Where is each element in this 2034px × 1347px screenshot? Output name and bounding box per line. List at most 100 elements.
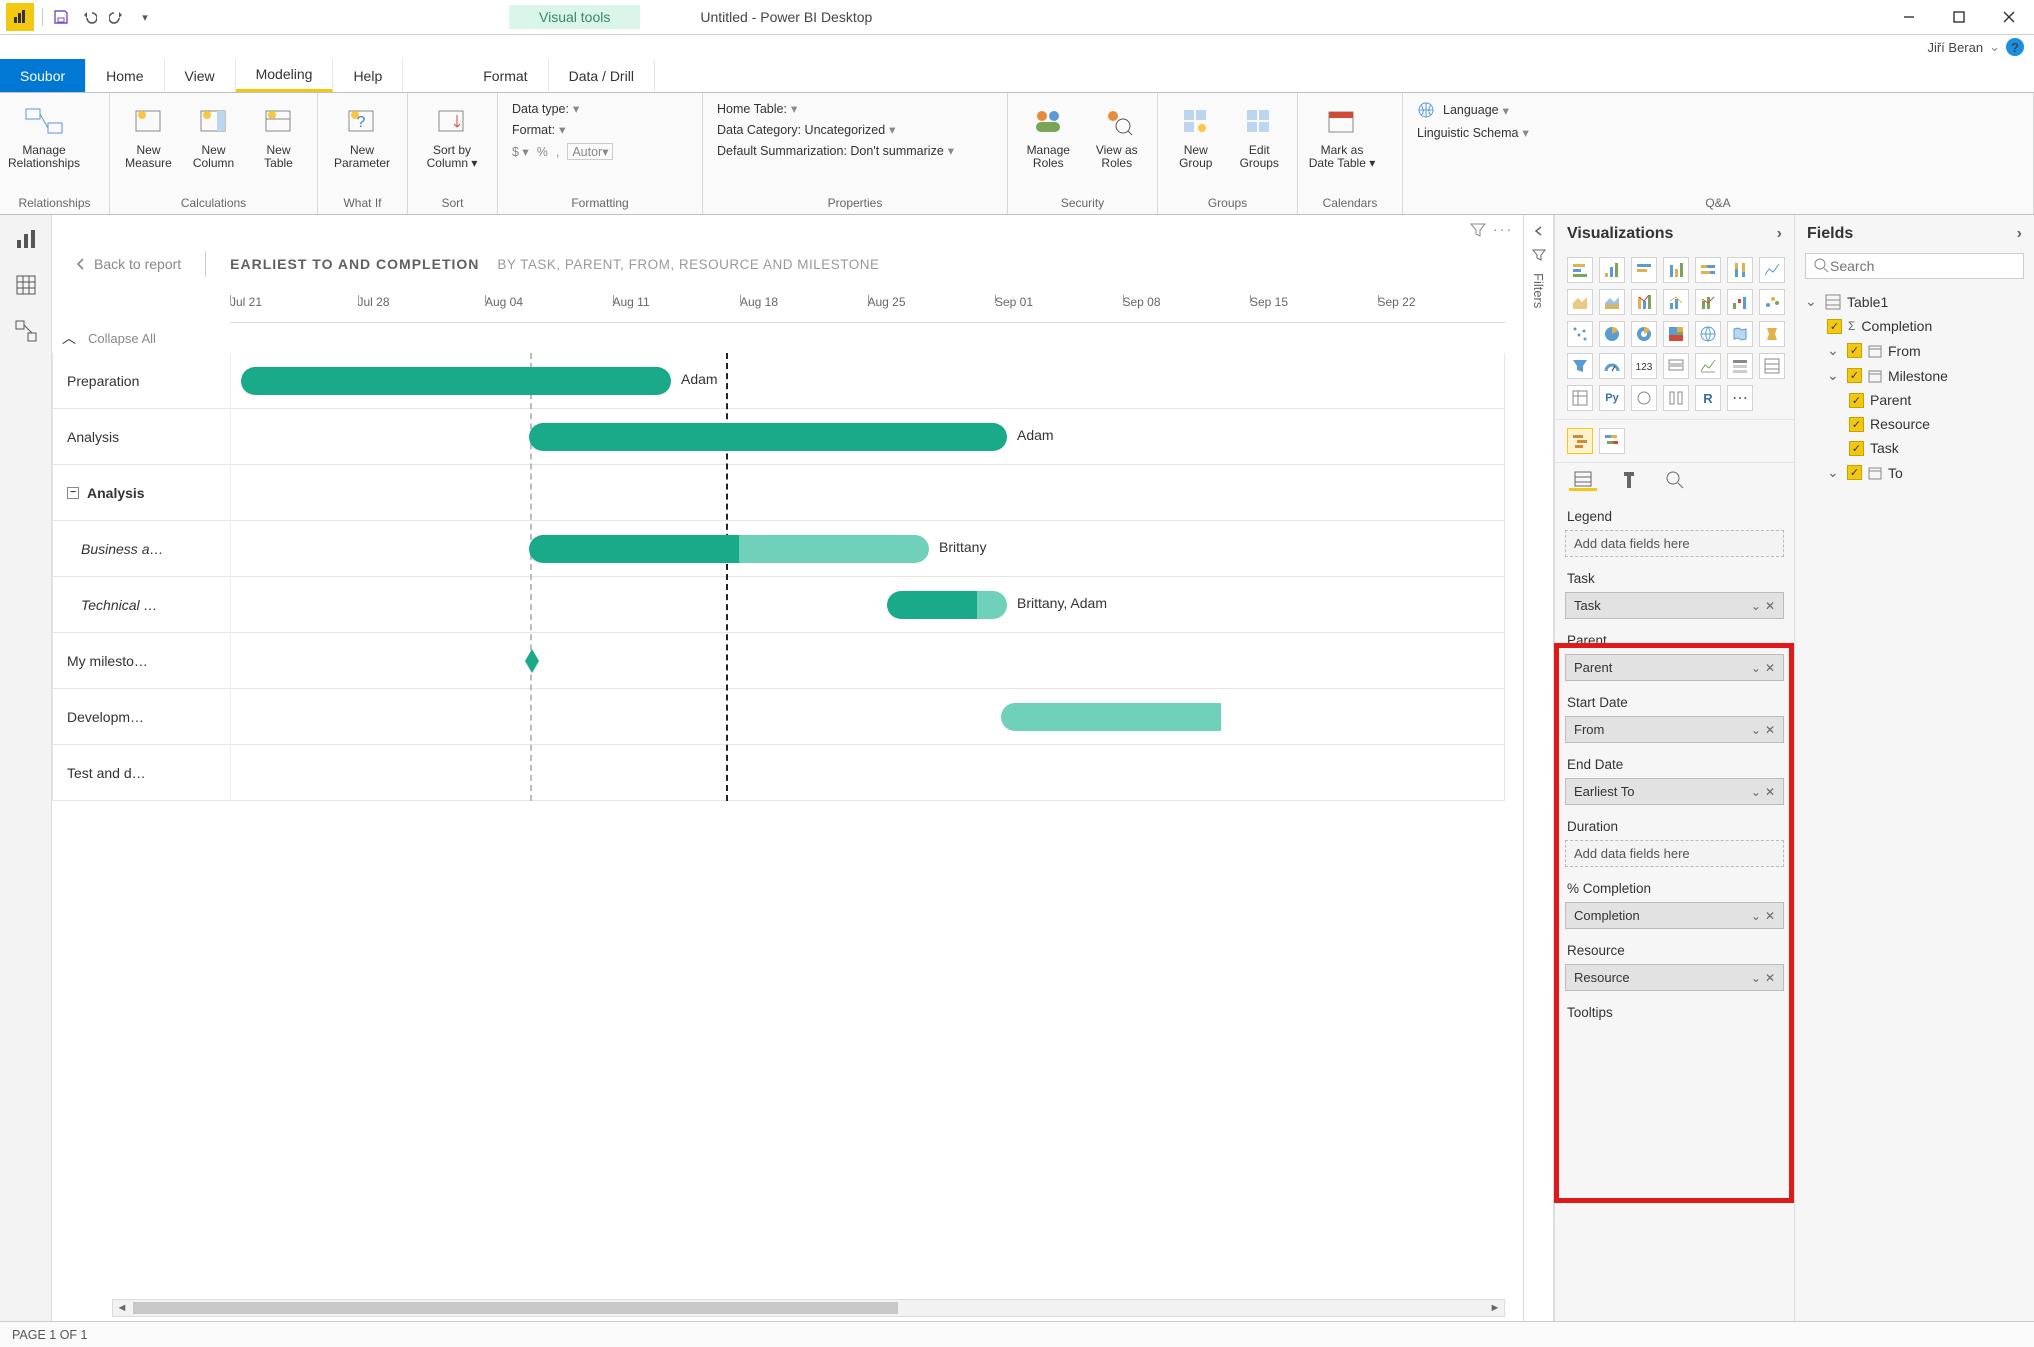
view-as-roles-button[interactable]: View asRoles <box>1083 97 1152 174</box>
viz-ribbon-icon[interactable] <box>1631 289 1657 315</box>
chevron-down-icon[interactable]: ⌄ <box>1827 464 1841 481</box>
new-parameter-button[interactable]: ?NewParameter <box>324 97 400 174</box>
task-row[interactable]: Analysis Adam <box>52 409 1505 465</box>
viz-shape-map-icon[interactable] <box>1759 321 1785 347</box>
remove-field-icon[interactable]: ✕ <box>1765 909 1775 923</box>
task-row[interactable]: Test and d… <box>52 745 1505 801</box>
data-view-icon[interactable] <box>12 271 40 299</box>
format-dropdown[interactable]: Format:▾ <box>512 122 613 137</box>
new-table-button[interactable]: NewTable <box>246 97 311 174</box>
viz-stacked-bar-icon[interactable] <box>1567 257 1593 283</box>
manage-roles-button[interactable]: ManageRoles <box>1014 97 1083 174</box>
undo-icon[interactable] <box>77 5 101 29</box>
tab-home[interactable]: Home <box>86 59 164 92</box>
data-category-dropdown[interactable]: Data Category: Uncategorized▾ <box>717 122 954 137</box>
tab-modeling[interactable]: Modeling <box>236 59 334 92</box>
task-row[interactable]: Developm… <box>52 689 1505 745</box>
tab-help[interactable]: Help <box>333 59 403 92</box>
new-column-button[interactable]: NewColumn <box>181 97 246 174</box>
data-type-dropdown[interactable]: Data type:▾ <box>512 101 613 116</box>
window-close[interactable] <box>1984 0 2034 35</box>
default-summarization-dropdown[interactable]: Default Summarization: Don't summarize▾ <box>717 143 954 158</box>
viz-area-icon[interactable] <box>1567 289 1593 315</box>
tab-format[interactable]: Format <box>463 59 548 92</box>
tab-data-drill[interactable]: Data / Drill <box>549 59 655 92</box>
viz-r-icon[interactable]: R <box>1695 385 1721 411</box>
task-row[interactable]: Preparation Adam <box>52 353 1505 409</box>
language-dropdown[interactable]: Language ▾ <box>1417 101 1529 119</box>
checkbox-checked-icon[interactable]: ✓ <box>1849 441 1864 456</box>
viz-stacked-column-icon[interactable] <box>1631 257 1657 283</box>
well-start-date[interactable]: From⌄✕ <box>1565 716 1784 743</box>
viz-gantt2-custom-icon[interactable] <box>1599 428 1625 454</box>
thousands-separator-button[interactable]: , <box>556 145 559 159</box>
field-milestone[interactable]: ⌄✓Milestone <box>1805 363 2024 388</box>
visual-filter-icon[interactable] <box>1469 221 1487 239</box>
viz-100-stacked-column-icon[interactable] <box>1727 257 1753 283</box>
collapse-all-button[interactable]: ︿ Collapse All <box>52 323 1505 353</box>
viz-clustered-bar-icon[interactable] <box>1599 257 1625 283</box>
field-task[interactable]: ✓Task <box>1805 436 2024 460</box>
viz-kpi-icon[interactable] <box>1695 353 1721 379</box>
percent-format-button[interactable]: % <box>537 145 548 159</box>
horizontal-scrollbar[interactable]: ◄ ► <box>112 1299 1505 1317</box>
chevron-right-icon[interactable]: › <box>2017 225 2022 243</box>
qat-customize-icon[interactable]: ▾ <box>133 5 157 29</box>
viz-combo2-icon[interactable] <box>1695 289 1721 315</box>
viz-pie-icon[interactable] <box>1599 321 1625 347</box>
viz-waterfall-icon[interactable] <box>1727 289 1753 315</box>
viz-python-icon[interactable]: Py <box>1599 385 1625 411</box>
viz-table-icon[interactable] <box>1759 353 1785 379</box>
remove-field-icon[interactable]: ✕ <box>1765 785 1775 799</box>
viz-funnel-icon[interactable] <box>1567 353 1593 379</box>
filters-pane-collapsed[interactable]: Filters <box>1523 215 1553 1321</box>
home-table-dropdown[interactable]: Home Table:▾ <box>717 101 954 116</box>
decimal-places-input[interactable]: Autor ▾ <box>567 143 613 160</box>
edit-groups-button[interactable]: EditGroups <box>1228 97 1292 174</box>
signed-in-user[interactable]: Jiří Beran <box>1927 40 1983 55</box>
currency-format-button[interactable]: $ ▾ <box>512 144 529 159</box>
table-node[interactable]: ⌄ Table1 <box>1805 289 2024 314</box>
chevron-down-icon[interactable]: ⌄ <box>1827 367 1841 384</box>
viz-line-icon[interactable] <box>1759 257 1785 283</box>
tab-view[interactable]: View <box>165 59 236 92</box>
viz-matrix-icon[interactable] <box>1567 385 1593 411</box>
chevron-right-icon[interactable]: › <box>1777 225 1782 243</box>
sort-by-column-button[interactable]: Sort byColumn ▾ <box>414 97 490 174</box>
chevron-down-icon[interactable]: ⌄ <box>1751 909 1761 923</box>
chevron-down-icon[interactable]: ⌄ <box>1751 723 1761 737</box>
redo-icon[interactable] <box>105 5 129 29</box>
viz-slicer-icon[interactable] <box>1727 353 1753 379</box>
fields-tab-icon[interactable] <box>1569 469 1597 491</box>
viz-card-icon[interactable]: 123 <box>1631 353 1657 379</box>
viz-treemap-icon[interactable] <box>1663 321 1689 347</box>
chevron-down-icon[interactable]: ⌄ <box>1751 785 1761 799</box>
scroll-left-icon[interactable]: ◄ <box>113 1302 131 1314</box>
format-tab-icon[interactable] <box>1615 469 1643 491</box>
viz-combo-icon[interactable] <box>1663 289 1689 315</box>
checkbox-checked-icon[interactable]: ✓ <box>1849 393 1864 408</box>
chevron-down-icon[interactable]: ⌄ <box>1751 599 1761 613</box>
checkbox-checked-icon[interactable]: ✓ <box>1847 465 1862 480</box>
remove-field-icon[interactable]: ✕ <box>1765 971 1775 985</box>
field-parent[interactable]: ✓Parent <box>1805 388 2024 412</box>
back-to-report-link[interactable]: Back to report <box>74 256 181 272</box>
viz-filled-map-icon[interactable] <box>1727 321 1753 347</box>
chevron-down-icon[interactable]: ⌄ <box>1751 971 1761 985</box>
fields-search[interactable] <box>1805 253 2024 279</box>
analytics-tab-icon[interactable] <box>1661 469 1689 491</box>
model-view-icon[interactable] <box>12 317 40 345</box>
well-resource[interactable]: Resource⌄✕ <box>1565 964 1784 991</box>
user-menu-chevron-icon[interactable]: ⌄ <box>1989 39 2000 55</box>
viz-clustered-column-icon[interactable] <box>1663 257 1689 283</box>
viz-map-icon[interactable] <box>1695 321 1721 347</box>
viz-key-influencers-icon[interactable] <box>1663 385 1689 411</box>
task-row[interactable]: Business a… Brittany <box>52 521 1505 577</box>
gantt-chart[interactable]: Jul 21Jul 28 Aug 04Aug 11 Aug 18Aug 25 S… <box>52 295 1523 1295</box>
well-end-date[interactable]: Earliest To⌄✕ <box>1565 778 1784 805</box>
checkbox-checked-icon[interactable]: ✓ <box>1849 417 1864 432</box>
report-view-icon[interactable] <box>12 225 40 253</box>
field-resource[interactable]: ✓Resource <box>1805 412 2024 436</box>
well-task[interactable]: Task⌄✕ <box>1565 592 1784 619</box>
remove-field-icon[interactable]: ✕ <box>1765 723 1775 737</box>
